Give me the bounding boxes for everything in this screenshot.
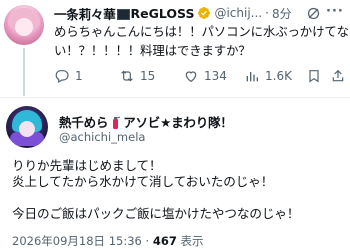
tweet-text-line: めらちゃんこんにちは！！パソコンに水ぶっかけてな [54, 24, 349, 39]
share-button[interactable] [330, 66, 346, 86]
separator-dot: · [145, 234, 153, 248]
author-name-suffix[interactable]: ReGLOSS [131, 6, 195, 21]
tweet-date[interactable]: 2026年09月18日 15:36 [12, 234, 142, 248]
more-options-icon[interactable]: ··· [326, 4, 346, 20]
tweet-text: めらちゃんこんにちは！！パソコンに水ぶっかけてな い！？！！！！料理はできますか… [54, 23, 349, 60]
like-count: 134 [204, 69, 227, 83]
reply-body: りりか先輩はじめまして！ 炎上してたから水かけて消しておいたのじゃ！ 今日のご飯… [12, 158, 348, 222]
heart-icon [185, 71, 197, 83]
author-handle[interactable]: @ichij... [214, 6, 262, 20]
retweet-count: 15 [140, 69, 156, 83]
share-icon [332, 69, 344, 82]
retweet-button[interactable]: 15 [119, 66, 155, 86]
views-chart-icon [246, 72, 258, 82]
reply-button[interactable]: 1 [54, 66, 83, 86]
monitor-emoji-icon [116, 8, 130, 20]
like-button[interactable]: 134 [183, 66, 227, 86]
reply-line: 今日のご飯はパックご飯に塩かけたやつなのじゃ！ [12, 206, 300, 221]
tweet-text-line: い！？！！！！料理はできますか？ [54, 42, 251, 58]
reply-author-name[interactable]: 熱千めら アソビ★まわり隊！ [59, 112, 233, 131]
grok-icon[interactable] [306, 6, 321, 21]
author-avatar[interactable] [4, 5, 44, 45]
tweet-header: 一条莉々華 ReGLOSS @ichij... · 8分 [54, 3, 292, 23]
quoted-tweet[interactable]: 一条莉々華 ReGLOSS @ichij... · 8分 ··· めらちゃんこん… [0, 0, 350, 96]
tweet-actions: 1 15 134 1.6K [54, 66, 350, 86]
reply-line: りりか先輩はじめまして！ [12, 158, 162, 173]
gold-verified-badge-icon [198, 7, 211, 19]
divider [0, 97, 350, 98]
views-count: 1.6K [265, 69, 292, 83]
fire-extinguisher-icon [113, 116, 121, 129]
reply-icon [55, 70, 69, 84]
author-name[interactable]: 一条莉々華 [54, 4, 116, 23]
reply-count: 1 [75, 69, 83, 83]
view-count: 467 [152, 234, 177, 248]
thread-line [23, 48, 25, 96]
retweet-icon [121, 70, 133, 82]
author-name-suffix: アソビ★まわり隊！ [123, 115, 233, 130]
reply-author-avatar[interactable] [6, 106, 48, 148]
separator-dot: · [265, 6, 269, 20]
view-label: 表示 [180, 234, 204, 248]
reply-author-handle[interactable]: @achichi_mela [59, 130, 145, 144]
author-name-prefix: 熱千めら [59, 115, 109, 130]
bookmark-icon [309, 70, 319, 83]
reply-line: 炎上してたから水かけて消しておいたのじゃ！ [12, 174, 274, 189]
bookmark-button[interactable] [306, 66, 322, 86]
tweet-timestamp-line: 2026年09月18日 15:36 · 467 表示 [12, 233, 203, 249]
time-ago[interactable]: 8分 [272, 5, 292, 22]
views-button[interactable]: 1.6K [244, 66, 292, 86]
